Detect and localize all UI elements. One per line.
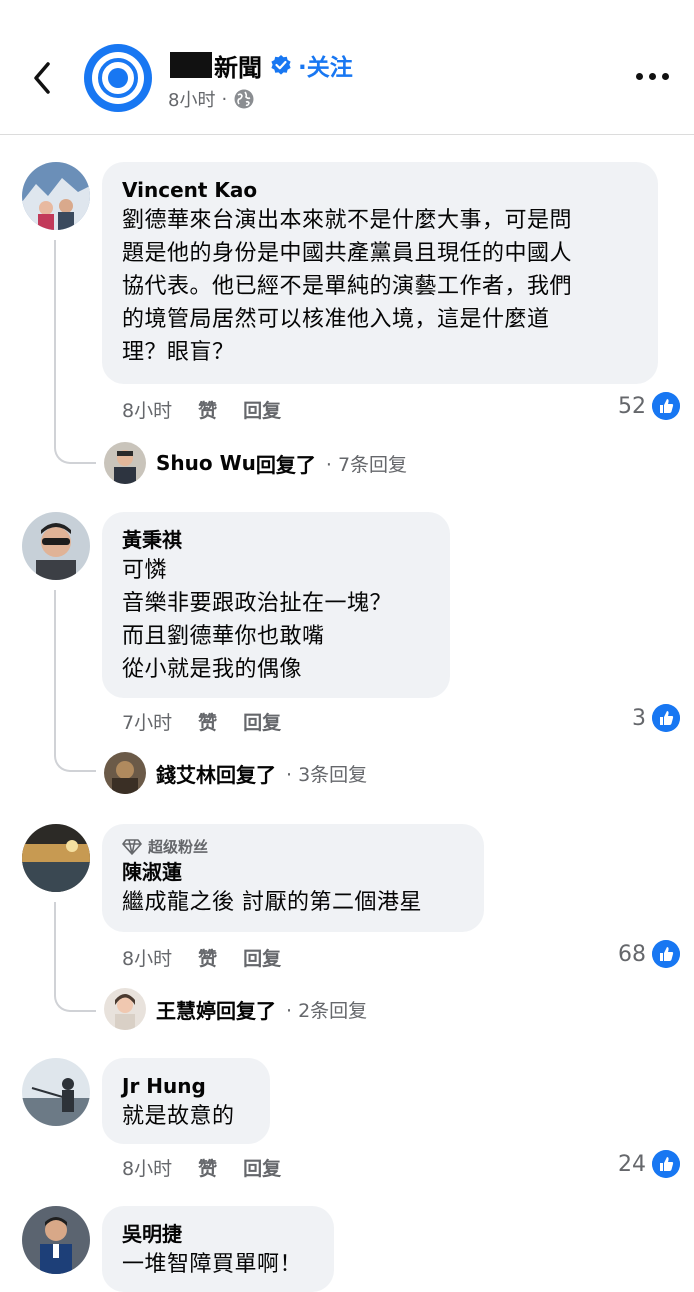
reply-preview[interactable]: Shuo Wu 回复了 · 7条回复 (104, 442, 407, 484)
reply-thread-line (54, 902, 96, 1012)
comment-text: 就是故意的 (122, 1104, 235, 1129)
comment-bubble[interactable]: Jr Hung 就是故意的 (102, 1058, 270, 1144)
reply-count: · 3条回复 (286, 763, 368, 786)
comment-actions: 7小时 赞 回复 (122, 708, 281, 735)
reply-preview[interactable]: 錢艾林 回复了 · 3条回复 (104, 752, 367, 794)
comment-bubble[interactable]: 超级粉丝 陳淑蓮 繼成龍之後 討厭的第二個港星 (102, 824, 484, 932)
reply-count: · 7条回复 (325, 453, 408, 476)
comment-text: 劉德華來台演出本來就不是什麼大事，可是問 題是他的身份是中國共產黨員且現任的中國… (122, 208, 573, 365)
post-time: 8小时 (168, 90, 216, 111)
globe-icon (234, 89, 254, 109)
reply-count: · 2条回复 (286, 999, 368, 1022)
commenter-avatar[interactable] (22, 162, 90, 230)
super-fan-badge: 超级粉丝 (122, 836, 464, 858)
meta-separator: · (221, 88, 228, 110)
like-button[interactable]: 赞 (198, 396, 217, 423)
redacted-text (170, 52, 212, 78)
like-button[interactable]: 赞 (198, 944, 217, 971)
thumbs-up-icon (652, 940, 680, 968)
reply-author: 錢艾林 (156, 762, 216, 787)
reply-avatar (104, 752, 146, 794)
like-button[interactable]: 赞 (198, 708, 217, 735)
comment-time: 8小时 (122, 948, 173, 970)
comment-text: 可憐 音樂非要跟政治扯在一塊？ 而且劉德華你也敢嘴 從小就是我的偶像 (122, 558, 393, 682)
comment-time: 8小时 (122, 400, 173, 422)
comment-text: 一堆智障買單啊！ (122, 1252, 303, 1277)
comment-author[interactable]: Jr Hung (122, 1072, 250, 1100)
more-options-icon[interactable] (636, 70, 670, 84)
comment-time: 7小时 (122, 712, 173, 734)
reply-preview[interactable]: 王慧婷 回复了 · 2条回复 (104, 988, 367, 1030)
reply-suffix: 回复了 (216, 998, 276, 1023)
page-name[interactable]: 新聞 (214, 48, 262, 83)
thumbs-up-icon (652, 704, 680, 732)
reaction-count[interactable]: 3 (632, 704, 680, 732)
reaction-count[interactable]: 68 (618, 940, 680, 968)
comment-author[interactable]: 陳淑蓮 (122, 858, 464, 886)
reply-suffix: 回复了 (216, 762, 276, 787)
reply-button[interactable]: 回复 (243, 944, 281, 971)
reply-avatar (104, 988, 146, 1030)
reply-avatar (104, 442, 146, 484)
verified-badge-icon (271, 55, 291, 75)
post-meta: 8小时 · (168, 86, 255, 112)
follow-button[interactable]: ·关注 (298, 48, 353, 82)
like-count: 68 (618, 941, 646, 967)
page-title-row: 新聞 ·关注 (170, 48, 353, 82)
comment-actions: 8小时 赞 回复 (122, 1154, 281, 1181)
reply-thread-line (54, 590, 96, 772)
page-avatar[interactable] (84, 44, 152, 112)
like-count: 24 (618, 1151, 646, 1177)
comment-actions: 8小时 赞 回复 (122, 944, 281, 971)
comment-time: 8小时 (122, 1158, 173, 1180)
reply-author: Shuo Wu (156, 451, 256, 475)
back-arrow-icon[interactable] (28, 58, 58, 98)
comment-author[interactable]: Vincent Kao (122, 176, 638, 204)
like-count: 3 (632, 705, 646, 731)
commenter-avatar[interactable] (22, 824, 90, 892)
reply-button[interactable]: 回复 (243, 708, 281, 735)
reply-button[interactable]: 回复 (243, 1154, 281, 1181)
reply-author: 王慧婷 (156, 998, 216, 1023)
comment-author[interactable]: 黃秉祺 (122, 526, 430, 554)
thumbs-up-icon (652, 392, 680, 420)
diamond-icon (122, 839, 142, 855)
reply-thread-line (54, 240, 96, 464)
comment-text: 繼成龍之後 討厭的第二個港星 (122, 890, 422, 915)
post-header: 新聞 ·关注 8小时 · (0, 0, 694, 135)
comment-bubble[interactable]: 黃秉祺 可憐 音樂非要跟政治扯在一塊？ 而且劉德華你也敢嘴 從小就是我的偶像 (102, 512, 450, 698)
reply-button[interactable]: 回复 (243, 396, 281, 423)
comment-author[interactable]: 吳明捷 (122, 1220, 314, 1248)
reaction-count[interactable]: 24 (618, 1150, 680, 1178)
commenter-avatar[interactable] (22, 1206, 90, 1274)
commenter-avatar[interactable] (22, 512, 90, 580)
comment-bubble[interactable]: 吳明捷 一堆智障買單啊！ (102, 1206, 334, 1292)
comment-actions: 8小时 赞 回复 (122, 396, 281, 423)
like-button[interactable]: 赞 (198, 1154, 217, 1181)
reply-suffix: 回复了 (255, 452, 316, 477)
commenter-avatar[interactable] (22, 1058, 90, 1126)
thumbs-up-icon (652, 1150, 680, 1178)
comment-bubble[interactable]: Vincent Kao 劉德華來台演出本來就不是什麼大事，可是問 題是他的身份是… (102, 162, 658, 384)
like-count: 52 (618, 393, 646, 419)
reaction-count[interactable]: 52 (618, 392, 680, 420)
